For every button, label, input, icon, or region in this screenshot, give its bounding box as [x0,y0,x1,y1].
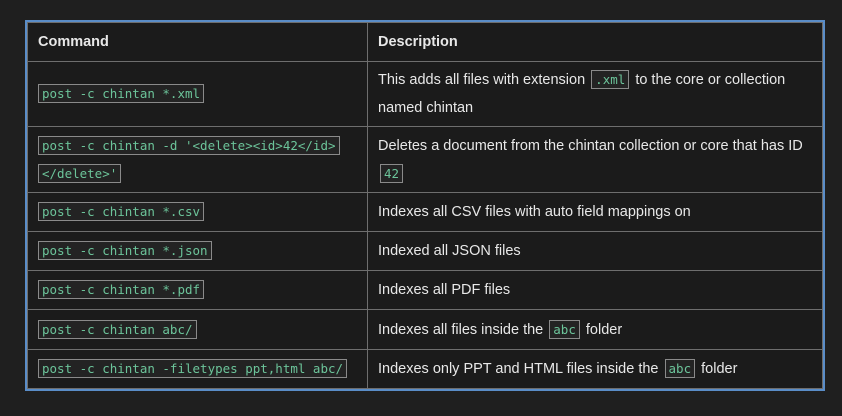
description-cell: Indexes only PPT and HTML files inside t… [367,348,823,390]
command-cell: post -c chintan -d '<delete><id>42</id><… [27,126,368,193]
description-text-after: folder [701,360,738,377]
description-cell: This adds all files with extension .xml … [367,60,823,128]
table-row: post -c chintan *.xml This adds all file… [27,60,823,128]
command-code: post -c chintan *.json [38,241,212,261]
description-text-after: folder [585,321,623,338]
description-text: Deletes a document from the chintan coll… [378,137,803,154]
command-table-frame: Command Description post -c chintan *.xm… [25,20,825,391]
description-text: Indexes only PPT and HTML files inside t… [378,360,659,377]
description-text: Indexes all files inside the [378,321,544,338]
command-cell: post -c chintan *.xml [27,60,368,128]
command-code: post -c chintan -d '<delete><id>42</id><… [38,135,340,183]
description-text: This adds all files with extension [378,72,586,89]
inline-code: 42 [380,163,404,183]
command-table: Command Description post -c chintan *.xm… [27,22,823,390]
command-cell: post -c chintan *.csv [27,191,368,233]
command-cell: post -c chintan abc/ [27,309,368,350]
table-row: post -c chintan -d '<delete><id>42</id><… [27,126,823,193]
description-text: Indexed all JSON files [378,243,521,260]
description-cell: Indexes all CSV files with auto field ma… [367,191,823,233]
table-row: post -c chintan -filetypes ppt,html abc/… [27,348,823,390]
description-text: Indexes all CSV files with auto field ma… [378,203,691,220]
command-code: post -c chintan -filetypes ppt,html abc/ [38,358,348,378]
description-cell: Indexed all JSON files [367,231,823,272]
description-cell: Deletes a document from the chintan coll… [367,126,823,193]
command-code: post -c chintan *.xml [38,84,205,104]
header-row: Command Description [27,22,823,62]
command-code: post -c chintan *.csv [38,201,205,221]
command-cell: post -c chintan *.pdf [27,270,368,311]
header-command: Command [27,22,368,62]
table-row: post -c chintan *.pdf Indexes all PDF fi… [27,270,823,311]
description-cell: Indexes all files inside the abc folder [367,309,823,350]
description-cell: Indexes all PDF files [367,270,823,311]
table-row: post -c chintan abc/ Indexes all files i… [27,309,823,350]
command-code: post -c chintan *.pdf [38,280,205,300]
command-cell: post -c chintan *.json [27,231,368,272]
command-code: post -c chintan abc/ [38,319,197,339]
command-cell: post -c chintan -filetypes ppt,html abc/ [27,348,368,390]
inline-code: .xml [591,70,630,90]
header-description: Description [367,22,823,62]
table-row: post -c chintan *.csv Indexes all CSV fi… [27,191,823,233]
description-text: Indexes all PDF files [378,282,511,299]
inline-code: abc [664,358,696,378]
table-row: post -c chintan *.json Indexed all JSON … [27,231,823,272]
inline-code: abc [549,319,580,339]
